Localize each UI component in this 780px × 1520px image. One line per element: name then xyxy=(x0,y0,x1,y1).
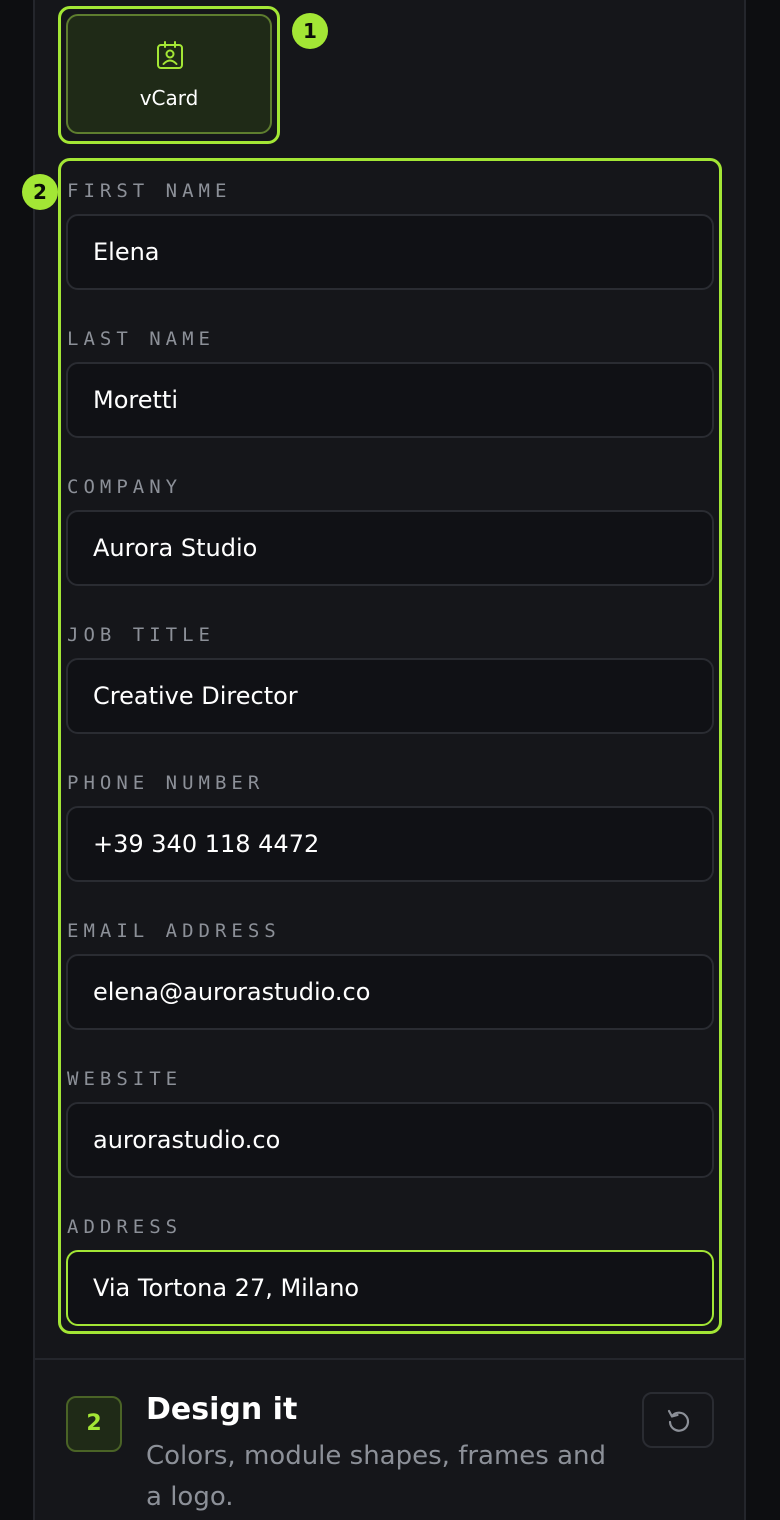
step-description: Colors, module shapes, frames and a logo… xyxy=(146,1441,607,1512)
section-divider xyxy=(35,1358,744,1360)
callout-badge-1: 1 xyxy=(292,13,328,49)
last-name-input[interactable] xyxy=(66,362,714,438)
callout-badge-2: 2 xyxy=(22,174,58,210)
step-title: Design it xyxy=(146,1392,298,1427)
email-address-input[interactable] xyxy=(66,954,714,1030)
first-name-input[interactable] xyxy=(66,214,714,290)
email-address-label: EMAIL ADDRESS xyxy=(67,920,281,942)
first-name-label: FIRST NAME xyxy=(67,180,232,202)
phone-number-label: PHONE NUMBER xyxy=(67,772,265,794)
vcard-button-label: vCard xyxy=(139,86,199,110)
job-title-label: JOB TITLE xyxy=(67,624,215,646)
website-input[interactable] xyxy=(66,1102,714,1178)
contact-card-icon xyxy=(157,41,183,69)
address-label: ADDRESS xyxy=(67,1216,183,1238)
reset-icon xyxy=(667,1409,690,1432)
address-input[interactable] xyxy=(66,1250,714,1326)
job-title-input[interactable] xyxy=(66,658,714,734)
reset-button[interactable] xyxy=(642,1392,714,1448)
step-number-badge: 2 xyxy=(66,1396,122,1452)
vcard-button[interactable]: vCard xyxy=(66,14,272,134)
last-name-label: LAST NAME xyxy=(67,328,215,350)
website-label: WEBSITE xyxy=(67,1068,183,1090)
company-input[interactable] xyxy=(66,510,714,586)
phone-number-input[interactable] xyxy=(66,806,714,882)
company-label: COMPANY xyxy=(67,476,183,498)
